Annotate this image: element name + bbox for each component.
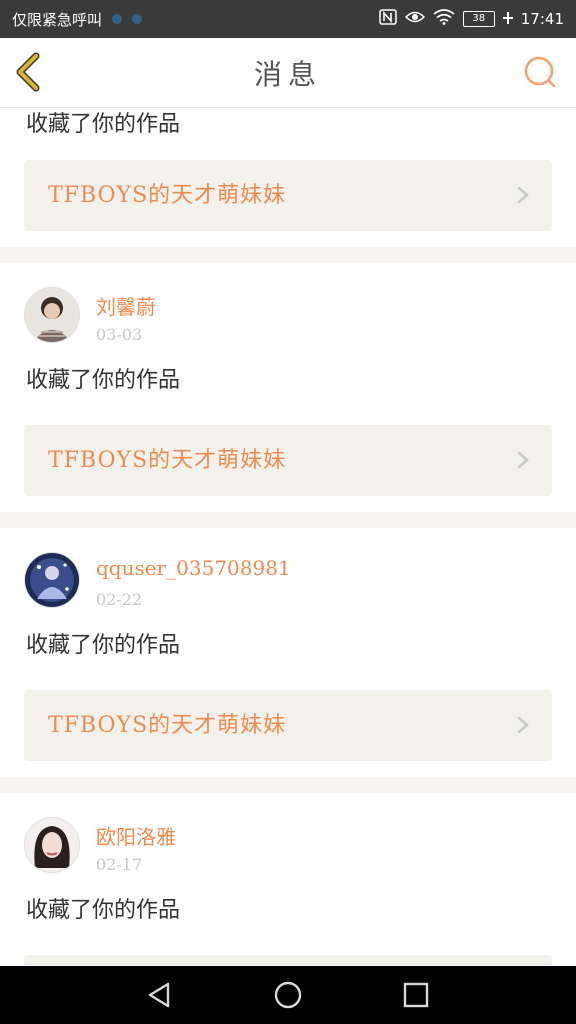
user-row: 刘馨蔚 03-03	[0, 263, 576, 355]
message-date: 02-17	[96, 855, 143, 874]
user-row: 欧阳洛雅 02-17	[0, 793, 576, 885]
nav-back-button[interactable]	[144, 980, 174, 1010]
work-title: TFBOYS的天才萌妹妹	[48, 183, 287, 208]
search-button[interactable]	[522, 54, 558, 90]
message-date: 02-22	[96, 590, 143, 609]
clock: 17:41	[520, 10, 564, 28]
separator	[0, 777, 576, 793]
message-action: 收藏了你的作品	[26, 112, 181, 137]
nav-recents-button[interactable]	[401, 980, 431, 1010]
message-item: 收藏了你的作品 TFBOYS的天才萌妹妹	[0, 108, 576, 231]
work-card[interactable]: TFBOYS的天才萌妹妹	[24, 160, 552, 231]
message-date: 03-03	[96, 325, 143, 344]
username[interactable]: 刘馨蔚	[96, 291, 156, 320]
battery-icon: 38	[462, 11, 495, 27]
avatar[interactable]	[24, 552, 80, 608]
battery-level: 38	[472, 13, 486, 24]
carrier-text: 仅限紧急呼叫	[12, 10, 103, 29]
work-card[interactable]: TFBOYS的天才萌妹妹	[24, 425, 552, 496]
wifi-icon	[433, 9, 455, 29]
separator	[0, 512, 576, 528]
chevron-right-icon	[517, 451, 529, 469]
top-app-bar: 消息	[0, 38, 576, 108]
notification-dot-icon	[112, 14, 123, 24]
separator	[0, 247, 576, 263]
status-bar: 仅限紧急呼叫 38 17:41	[0, 0, 576, 38]
message-action: 收藏了你的作品	[26, 368, 181, 393]
username[interactable]: qquser_035708981	[96, 556, 291, 580]
work-title: TFBOYS的天才萌妹妹	[48, 448, 287, 473]
avatar[interactable]	[24, 287, 80, 343]
nav-back-icon	[148, 982, 170, 1008]
status-left: 仅限紧急呼叫	[12, 9, 143, 30]
work-title: TFBOYS的天才萌妹妹	[48, 713, 287, 738]
chevron-right-icon	[517, 716, 529, 734]
avatar[interactable]	[24, 817, 80, 873]
status-right: 38 17:41	[379, 9, 564, 29]
chevron-right-icon	[517, 186, 529, 204]
username[interactable]: 欧阳洛雅	[96, 821, 176, 850]
eye-icon	[404, 10, 425, 28]
message-item: 欧阳洛雅 02-17 收藏了你的作品	[0, 793, 576, 966]
screen: 仅限紧急呼叫 38 17:41 消息 收藏了你的作品 TFBOYS的天才萌妹妹 …	[0, 0, 576, 1024]
message-item: 刘馨蔚 03-03 收藏了你的作品 TFBOYS的天才萌妹妹	[0, 263, 576, 496]
message-action: 收藏了你的作品	[26, 898, 181, 923]
message-action: 收藏了你的作品	[26, 633, 181, 658]
nfc-icon	[379, 9, 397, 29]
nav-home-button[interactable]	[273, 980, 303, 1010]
nav-home-icon	[274, 981, 302, 1009]
nav-recents-icon	[403, 982, 429, 1008]
page-title: 消息	[253, 58, 322, 91]
work-card[interactable]	[24, 955, 552, 966]
message-list[interactable]: 收藏了你的作品 TFBOYS的天才萌妹妹 刘馨蔚 03-03 收藏了你的作品 T…	[0, 108, 576, 966]
system-nav-bar	[0, 966, 576, 1024]
message-item: qquser_035708981 02-22 收藏了你的作品 TFBOYS的天才…	[0, 528, 576, 761]
charging-icon	[502, 10, 513, 28]
user-row: qquser_035708981 02-22	[0, 528, 576, 620]
work-card[interactable]: TFBOYS的天才萌妹妹	[24, 690, 552, 761]
search-icon	[524, 56, 556, 88]
notification-dot-icon	[132, 14, 143, 24]
